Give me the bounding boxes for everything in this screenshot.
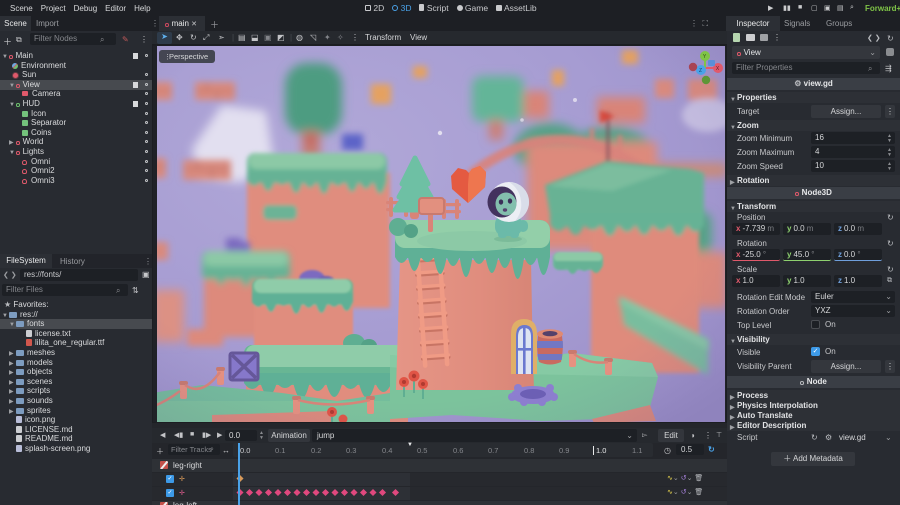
- svg-text:Z: Z: [699, 68, 702, 74]
- svg-text:Perspective: Perspective: [169, 52, 208, 61]
